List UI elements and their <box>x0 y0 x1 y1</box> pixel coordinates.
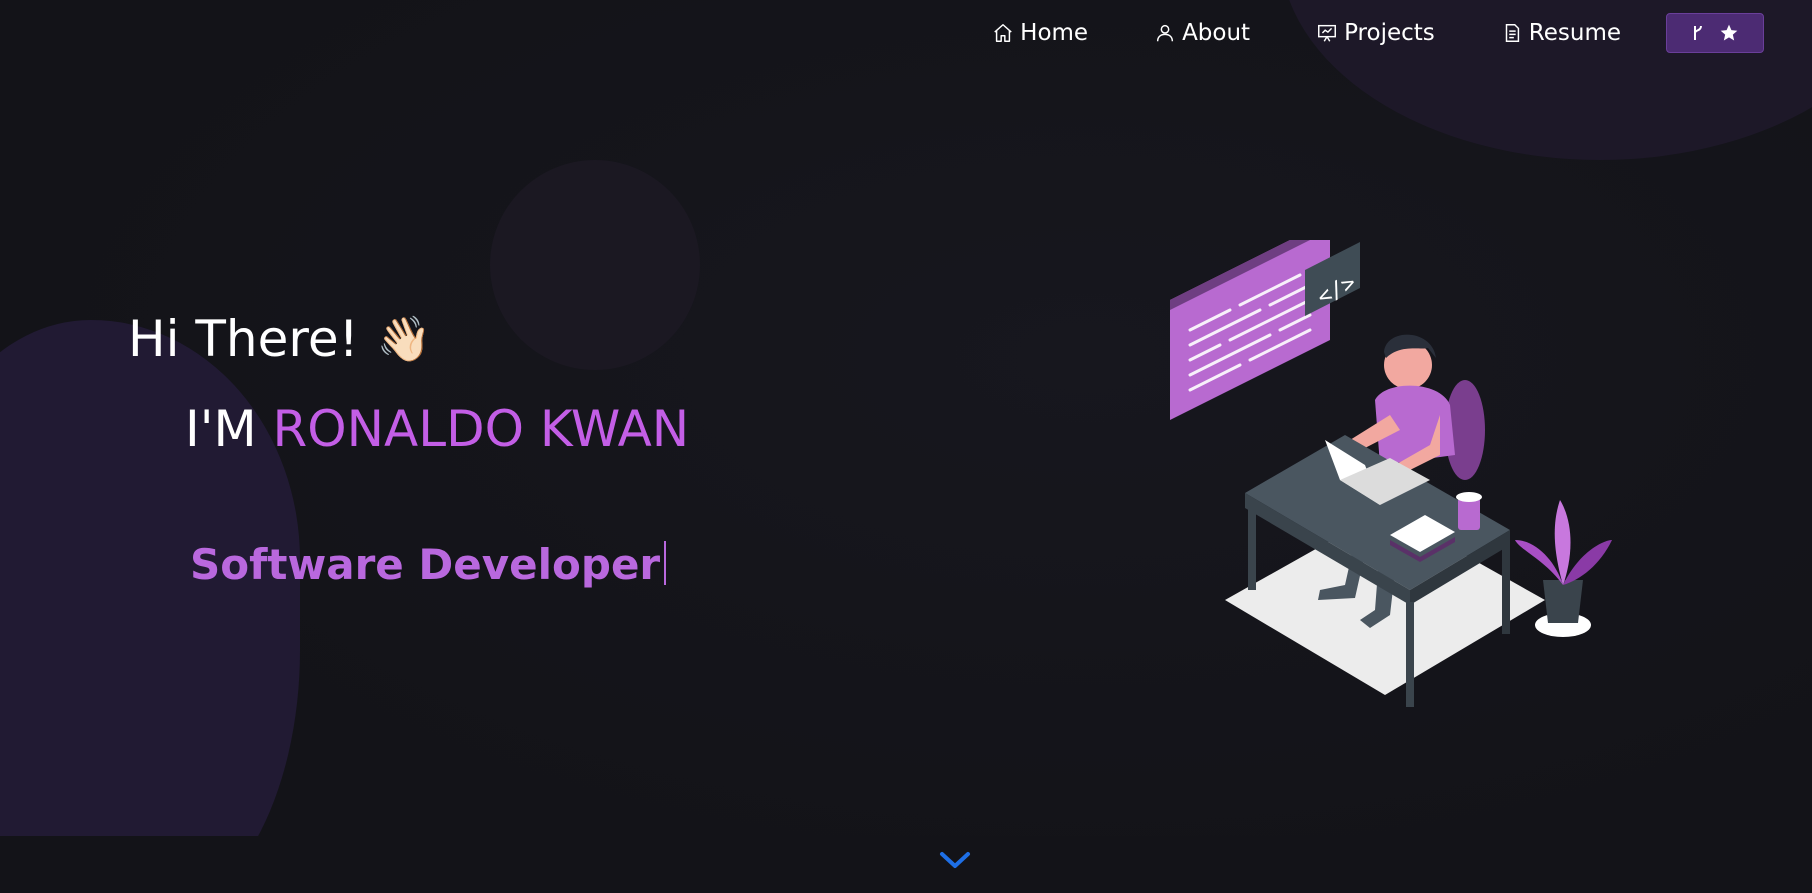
nav-projects-label: Projects <box>1344 20 1435 46</box>
name-prefix: I'M <box>185 400 257 458</box>
typing-cursor <box>664 541 667 585</box>
home-icon <box>994 24 1012 42</box>
nav-about[interactable]: About <box>1154 20 1250 46</box>
document-icon <box>1505 24 1519 42</box>
nav-home-label: Home <box>1020 20 1089 46</box>
presentation-icon <box>1318 24 1337 42</box>
nav-home[interactable]: Home <box>992 20 1088 46</box>
developer-illustration: </> <box>1170 240 1612 707</box>
name-heading: I'M RONALDO KWAN <box>185 400 689 458</box>
user-icon <box>1157 24 1174 42</box>
nav-resume[interactable]: Resume <box>1501 20 1621 46</box>
nav-resume-label: Resume <box>1528 20 1621 46</box>
github-fork-star-button[interactable] <box>1666 13 1764 53</box>
navbar: Home About Projects Resume <box>992 12 1812 54</box>
nav-about-label: About <box>1182 20 1251 46</box>
greeting-text: Hi There! <box>128 310 359 368</box>
plant-illustration <box>1515 500 1612 637</box>
fork-icon <box>1694 25 1702 40</box>
background-circle <box>490 160 700 370</box>
typed-role: Software Developer <box>190 540 661 589</box>
nav-projects[interactable]: Projects <box>1316 20 1435 46</box>
page: Home About Projects Resume Hi There! 👋🏻 … <box>0 0 1812 893</box>
greeting: Hi There! 👋🏻 <box>128 310 431 368</box>
wave-emoji: 👋🏻 <box>376 314 432 365</box>
code-window-illustration: </> <box>1170 240 1360 420</box>
chevron-down-icon[interactable] <box>938 848 972 872</box>
bottom-band <box>0 836 1812 893</box>
typewriter-text: Software Developer <box>190 540 667 589</box>
name-highlight: RONALDO KWAN <box>272 400 690 458</box>
star-icon <box>1720 24 1738 41</box>
